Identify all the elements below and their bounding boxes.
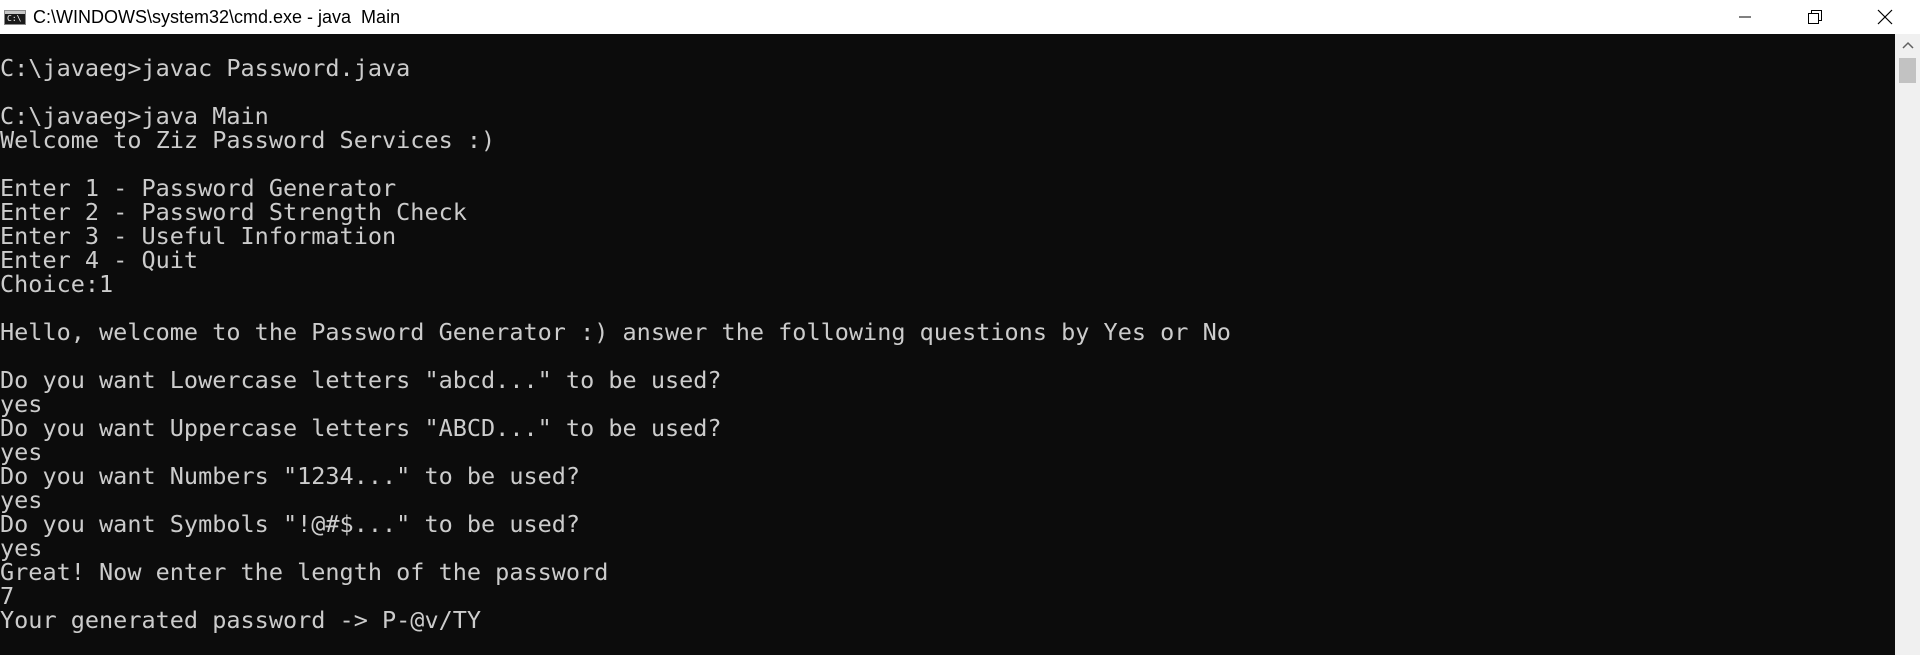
console-line: Hello, welcome to the Password Generator… (0, 318, 1231, 346)
minimize-button[interactable] (1710, 0, 1780, 34)
console-line: Enter 3 - Useful Information (0, 222, 397, 250)
vertical-scrollbar[interactable] (1895, 34, 1920, 655)
cmd-icon-glyph: C:\ (7, 13, 22, 23)
console-line: Great! Now enter the length of the passw… (0, 558, 609, 586)
console-line: C:\javaeg>java Main (0, 102, 269, 130)
restore-icon (1808, 10, 1822, 24)
restore-button[interactable] (1780, 0, 1850, 34)
console-window: C:\ C:\WINDOWS\system32\cmd.exe - java M… (0, 0, 1920, 655)
window-title: C:\WINDOWS\system32\cmd.exe - java Main (33, 6, 401, 27)
console-line: Welcome to Ziz Password Services :) (0, 126, 496, 154)
cmd-icon[interactable]: C:\ (4, 9, 26, 25)
console-line: Enter 2 - Password Strength Check (0, 198, 467, 226)
console-output[interactable]: C:\javaeg>javac Password.java C:\javaeg>j… (0, 34, 1895, 655)
console-line: yes (0, 390, 43, 418)
console-line: Enter 4 - Quit (0, 246, 199, 274)
scroll-up-button[interactable] (1895, 34, 1920, 56)
chevron-up-icon (1901, 41, 1914, 49)
close-button[interactable] (1850, 0, 1920, 34)
console-line: Do you want Uppercase letters "ABCD..." … (0, 414, 722, 442)
console-line: 7 (0, 582, 15, 610)
console-line: C:\javaeg>javac Password.java (0, 54, 411, 82)
console-line: Do you want Numbers "1234..." to be used… (0, 462, 581, 490)
console-line: yes (0, 486, 43, 514)
console-line: Do you want Lowercase letters "abcd..." … (0, 366, 722, 394)
console-line: Enter 1 - Password Generator (0, 174, 397, 202)
console-line: Do you want Symbols "!@#$..." to be used… (0, 510, 581, 538)
console-line: Choice:1 (0, 270, 114, 298)
close-icon (1877, 9, 1893, 25)
minimize-icon (1739, 16, 1751, 18)
scroll-thumb[interactable] (1899, 58, 1916, 83)
console-line: yes (0, 534, 43, 562)
console-line: Your generated password -> P-@v/TY (0, 606, 482, 634)
title-bar[interactable]: C:\ C:\WINDOWS\system32\cmd.exe - java M… (0, 0, 1920, 34)
console-line: yes (0, 438, 43, 466)
